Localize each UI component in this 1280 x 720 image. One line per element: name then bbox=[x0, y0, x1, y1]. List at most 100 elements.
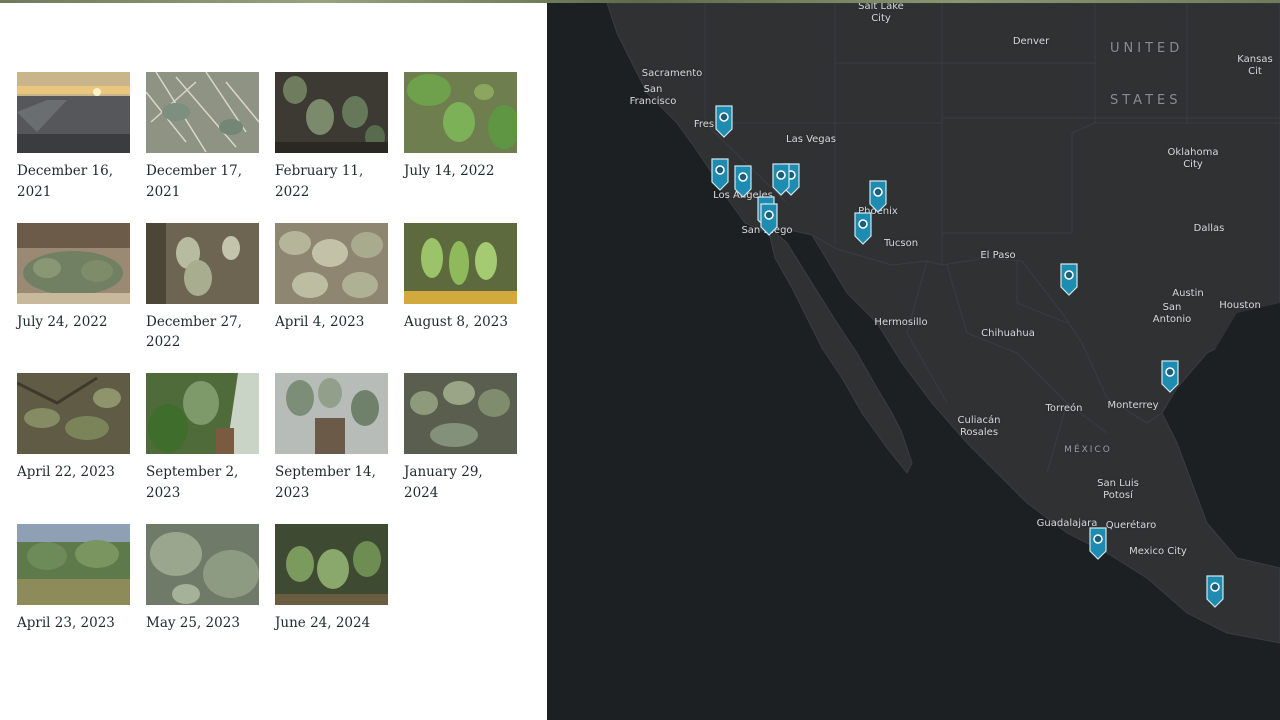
tall-cactus-image bbox=[275, 373, 388, 454]
map-pin[interactable] bbox=[1161, 360, 1179, 393]
hedge-cactus-image bbox=[17, 523, 130, 605]
photo-grid: December 16, 2021 December 17, 2021 Febr… bbox=[17, 72, 517, 674]
map-pin-icon bbox=[1161, 360, 1179, 393]
map-pin[interactable] bbox=[1060, 263, 1078, 296]
city-label-hermosillo: Hermosillo bbox=[874, 317, 928, 328]
map-pin[interactable] bbox=[772, 163, 790, 196]
map-pin[interactable] bbox=[760, 203, 778, 236]
map-pin[interactable] bbox=[1206, 575, 1224, 608]
city-label-tucson: Tucson bbox=[883, 238, 919, 249]
map-pin-icon bbox=[1089, 527, 1107, 560]
photo-thumbnail[interactable] bbox=[404, 373, 517, 454]
photo-thumbnail[interactable] bbox=[275, 72, 388, 153]
city-label-san-luis-potosi: San Luis Potosí bbox=[1097, 478, 1139, 501]
photo-date: May 25, 2023 bbox=[146, 614, 240, 631]
photo-date: August 8, 2023 bbox=[404, 313, 508, 330]
sprawling-cactus-image bbox=[17, 222, 130, 304]
sidewalk-cactus-image bbox=[146, 373, 259, 454]
photo-thumbnail[interactable] bbox=[275, 373, 388, 454]
photo-gallery-panel: December 16, 2021 December 17, 2021 Febr… bbox=[0, 3, 547, 720]
photo-date: April 23, 2023 bbox=[17, 614, 115, 631]
photo-date: July 24, 2022 bbox=[17, 313, 108, 330]
photo-thumbnail[interactable] bbox=[146, 523, 259, 605]
map-pin-icon bbox=[734, 165, 752, 198]
prickly-pear-dark-image bbox=[275, 72, 388, 153]
photo-thumbnail[interactable] bbox=[404, 222, 517, 304]
photo-date: January 29, 2024 bbox=[404, 464, 483, 501]
photo-date: December 27, 2022 bbox=[146, 313, 243, 351]
map-pin[interactable] bbox=[715, 105, 733, 138]
country-label-mexico: MÉXICO bbox=[1064, 445, 1112, 455]
photo-thumbnail[interactable] bbox=[146, 222, 259, 304]
cactus-patch-image bbox=[404, 373, 517, 454]
city-label-austin: Austin bbox=[1172, 288, 1204, 299]
map-pin-icon bbox=[1060, 263, 1078, 296]
photo-date: September 14, 2023 bbox=[275, 464, 376, 501]
road-sunset-image bbox=[17, 72, 130, 153]
photo-card[interactable]: September 2, 2023 bbox=[146, 373, 259, 524]
map-view[interactable]: UNITED STATES MÉXICO Salt Lake City Denv… bbox=[547, 3, 1280, 720]
photo-date: July 14, 2022 bbox=[404, 163, 495, 179]
map-pin[interactable] bbox=[869, 180, 887, 213]
map-pin-icon bbox=[715, 105, 733, 138]
city-label-las-vegas: Las Vegas bbox=[786, 134, 836, 145]
green-pads-image bbox=[404, 72, 517, 153]
city-label-culiacan: Culiacán Rosales bbox=[957, 415, 1001, 438]
map-pin[interactable] bbox=[854, 212, 872, 245]
garden-cactus-image bbox=[275, 523, 388, 605]
photo-card[interactable]: April 4, 2023 bbox=[275, 222, 388, 374]
photo-thumbnail[interactable] bbox=[17, 72, 130, 153]
pale-pads-image bbox=[275, 222, 388, 304]
city-label-queretaro: Querétaro bbox=[1105, 520, 1157, 531]
photo-card[interactable]: February 11, 2022 bbox=[275, 72, 388, 223]
photo-date: February 11, 2022 bbox=[275, 163, 364, 200]
fuzzy-pads-image bbox=[146, 222, 259, 304]
photo-thumbnail[interactable] bbox=[275, 523, 388, 605]
city-label-monterrey: Monterrey bbox=[1107, 400, 1159, 411]
photo-card[interactable]: August 8, 2023 bbox=[404, 222, 517, 374]
photo-date: April 22, 2023 bbox=[17, 464, 115, 480]
photo-thumbnail[interactable] bbox=[404, 72, 517, 153]
photo-card[interactable]: December 27, 2022 bbox=[146, 222, 259, 374]
city-label-san-antonio: San Antonio bbox=[1152, 302, 1192, 325]
map-pin[interactable] bbox=[734, 165, 752, 198]
photo-date: April 4, 2023 bbox=[275, 313, 365, 330]
photo-card[interactable]: July 24, 2022 bbox=[17, 222, 130, 374]
photo-card[interactable]: June 24, 2024 bbox=[275, 523, 388, 675]
city-label-kansas-city: Kansas Cit bbox=[1237, 54, 1273, 77]
photo-card[interactable]: December 16, 2021 bbox=[17, 72, 130, 223]
map-pin-icon bbox=[1206, 575, 1224, 608]
photo-card[interactable]: May 25, 2023 bbox=[146, 523, 259, 675]
city-label-oklahoma-city: Oklahoma City bbox=[1167, 147, 1219, 170]
photo-thumbnail[interactable] bbox=[146, 72, 259, 153]
photo-thumbnail[interactable] bbox=[275, 222, 388, 304]
photo-date: December 17, 2021 bbox=[146, 163, 243, 200]
city-label-chihuahua: Chihuahua bbox=[981, 328, 1035, 339]
map-pin-icon bbox=[869, 180, 887, 213]
city-label-fresno: Fres bbox=[693, 119, 715, 130]
photo-card[interactable]: December 17, 2021 bbox=[146, 72, 259, 223]
map-pin[interactable] bbox=[1089, 527, 1107, 560]
city-label-houston: Houston bbox=[1219, 300, 1261, 311]
photo-thumbnail[interactable] bbox=[17, 523, 130, 605]
photo-card[interactable]: January 29, 2024 bbox=[404, 373, 517, 524]
bright-pads-image bbox=[404, 222, 517, 304]
country-label-usa-line2: STATES bbox=[1110, 93, 1182, 108]
photo-card[interactable]: April 23, 2023 bbox=[17, 523, 130, 675]
map-pin-icon bbox=[711, 158, 729, 191]
photo-card[interactable]: April 22, 2023 bbox=[17, 373, 130, 524]
photo-thumbnail[interactable] bbox=[17, 373, 130, 454]
map-pin-icon bbox=[854, 212, 872, 245]
city-label-salt-lake: Salt Lake City bbox=[858, 3, 904, 24]
map-pin[interactable] bbox=[711, 158, 729, 191]
city-label-el-paso: El Paso bbox=[980, 250, 1016, 261]
map-pin-icon bbox=[772, 163, 790, 196]
photo-card[interactable]: July 14, 2022 bbox=[404, 72, 517, 223]
city-label-denver: Denver bbox=[1012, 36, 1050, 47]
country-label-usa-line1: UNITED bbox=[1110, 41, 1184, 56]
city-label-san-francisco: San Francisco bbox=[629, 84, 677, 107]
photo-thumbnail[interactable] bbox=[146, 373, 259, 454]
photo-card[interactable]: September 14, 2023 bbox=[275, 373, 388, 524]
photo-thumbnail[interactable] bbox=[17, 222, 130, 304]
photo-date: June 24, 2024 bbox=[275, 614, 371, 631]
